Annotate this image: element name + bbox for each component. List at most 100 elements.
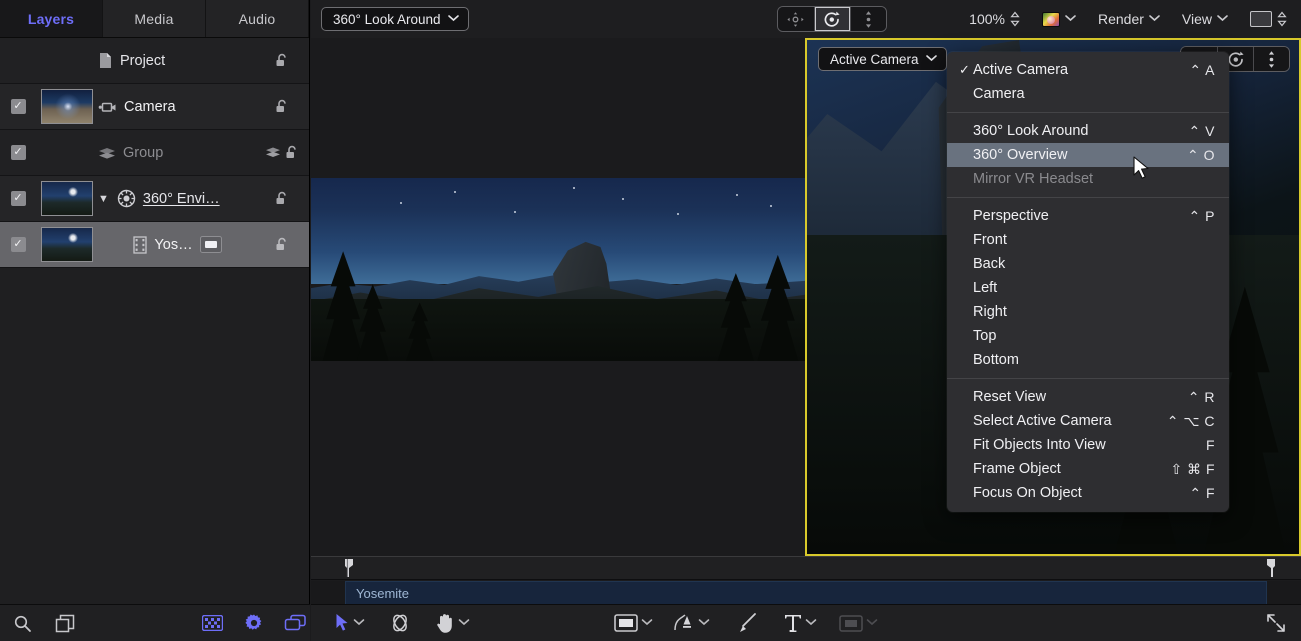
menu-item-focus-on-object[interactable]: Focus On Object ⌃ F [947,481,1229,505]
color-swatch-control[interactable] [1031,12,1087,27]
checkerboard-icon[interactable] [202,615,223,631]
paint-stroke-tool[interactable] [736,612,758,634]
layer-row-camera[interactable]: ✓ Camera [0,84,309,130]
layer-thumbnail [41,227,93,262]
view-dropdown-menu[interactable]: ✓ Active Camera ⌃ A Camera 360° Look Aro… [947,52,1229,512]
stepper-icon[interactable] [1010,11,1020,27]
group-visibility-cell[interactable]: ✓ [0,145,36,160]
layer-row-yosemite[interactable]: ✓ Yos… [0,222,309,268]
menu-item-active-camera[interactable]: ✓ Active Camera ⌃ A [947,58,1229,82]
resize-handle-icon[interactable] [1265,612,1287,634]
project-lock-cell[interactable] [257,53,309,68]
menu-item-label: Bottom [973,352,1199,368]
panel-tabbar: Layers Media Audio [0,0,309,38]
right-view-selector[interactable]: Active Camera [818,47,947,71]
end-marker-icon[interactable] [1265,559,1277,577]
render-menu[interactable]: Render [1087,11,1171,27]
layer-row-project[interactable]: Project [0,38,309,84]
unlocked-icon[interactable] [275,191,291,206]
menu-item-front[interactable]: Front [947,228,1229,252]
gear-icon[interactable] [244,613,264,633]
mask-tool [839,615,878,632]
panel-layout-icon[interactable] [55,614,76,633]
chevron-down-icon[interactable] [353,617,365,629]
left-view-selector[interactable]: 360° Look Around [321,7,469,31]
pan-tool-icon[interactable] [778,7,814,31]
menu-item-360-overview[interactable]: 360° Overview ⌃ O [947,143,1229,167]
menu-item-camera[interactable]: Camera [947,82,1229,106]
stepper-icon[interactable] [1277,11,1287,27]
tab-audio[interactable]: Audio [206,0,309,37]
layer-thumbnail [41,89,93,124]
menu-item-label: Front [973,232,1199,248]
right-view-label: Active Camera [830,52,919,67]
menu-item-select-active-camera[interactable]: Select Active Camera ⌃ ⌥ C [947,409,1229,433]
orbit-tool-icon[interactable] [814,7,850,31]
disclosure-triangle-icon[interactable]: ▼ [98,193,109,205]
menu-item-360-look-around[interactable]: 360° Look Around ⌃ V [947,119,1229,143]
menu-item-back[interactable]: Back [947,252,1229,276]
layer-name: Yos… [154,237,192,253]
visibility-checkbox[interactable]: ✓ [11,191,26,206]
chevron-down-icon[interactable] [641,617,653,629]
visibility-checkbox[interactable]: ✓ [11,237,26,252]
camera-visibility-cell[interactable]: ✓ [0,99,36,114]
unlocked-icon[interactable] [275,237,291,252]
clip-name: Yosemite [356,586,409,601]
bezier-pen-tool[interactable] [673,612,710,634]
menu-item-shortcut: ⌃ O [1171,147,1215,164]
text-tool[interactable] [784,613,817,633]
layer-row-360-environment[interactable]: ✓ ▼ 360° Envi… [0,176,309,222]
zoom-level-control[interactable]: 100% [958,11,1031,27]
display-layout-control[interactable] [1239,11,1301,27]
checkbox-glyph: ✓ [13,193,22,204]
yosemite-visibility-cell[interactable]: ✓ [0,237,36,252]
playhead-icon[interactable] [343,559,355,577]
env-lock-cell[interactable] [257,191,309,206]
media-badge-icon[interactable] [200,236,222,253]
visibility-checkbox[interactable]: ✓ [11,99,26,114]
timeline-track-row[interactable]: Yosemite [311,581,1301,605]
yosemite-lock-cell[interactable] [257,237,309,252]
camera-lock-cell[interactable] [257,99,309,114]
menu-item-left[interactable]: Left [947,276,1229,300]
env-visibility-cell[interactable]: ✓ [0,191,36,206]
chevron-down-icon[interactable] [698,617,710,629]
view-menu-button[interactable]: View [1171,11,1239,27]
viewer-left[interactable] [311,38,805,556]
layers-icon[interactable] [265,146,281,159]
menu-item-fit-objects-into-view[interactable]: Fit Objects Into View F [947,433,1229,457]
chevron-down-icon[interactable] [805,617,817,629]
unlocked-icon[interactable] [275,53,291,68]
unlocked-icon[interactable] [285,145,301,160]
chevron-down-icon[interactable] [458,617,470,629]
chevron-down-icon[interactable] [1065,13,1076,25]
layer-row-group[interactable]: ✓ Group [0,130,309,176]
menu-item-perspective[interactable]: Perspective ⌃ P [947,204,1229,228]
dolly-tool-icon[interactable] [850,7,886,31]
view-label: View [1182,11,1212,27]
shape-rectangle-tool[interactable] [614,614,653,632]
timeline-clip-yosemite[interactable]: Yosemite [345,581,1267,605]
select-arrow-tool[interactable] [335,613,365,633]
visibility-checkbox[interactable]: ✓ [11,145,26,160]
unlocked-icon[interactable] [275,99,291,114]
menu-item-top[interactable]: Top [947,324,1229,348]
tab-media[interactable]: Media [103,0,206,37]
camera-label-cell: Camera [98,99,257,115]
3d-transform-tool[interactable] [389,613,411,633]
dolly-tool-icon[interactable] [1253,47,1289,71]
search-icon[interactable] [13,614,32,633]
color-swatch-icon[interactable] [1042,12,1060,27]
timeline-ruler[interactable] [311,557,1301,580]
left-view-label: 360° Look Around [333,12,441,27]
menu-item-frame-object[interactable]: Frame Object ⇧ ⌘ F [947,457,1229,481]
windows-icon[interactable] [284,614,307,632]
menu-item-right[interactable]: Right [947,300,1229,324]
pan-hand-tool[interactable] [435,613,470,634]
tab-layers[interactable]: Layers [0,0,103,37]
group-right-cell[interactable] [257,145,309,160]
menu-item-bottom[interactable]: Bottom [947,348,1229,372]
display-square-icon[interactable] [1250,11,1272,27]
menu-item-reset-view[interactable]: Reset View ⌃ R [947,385,1229,409]
